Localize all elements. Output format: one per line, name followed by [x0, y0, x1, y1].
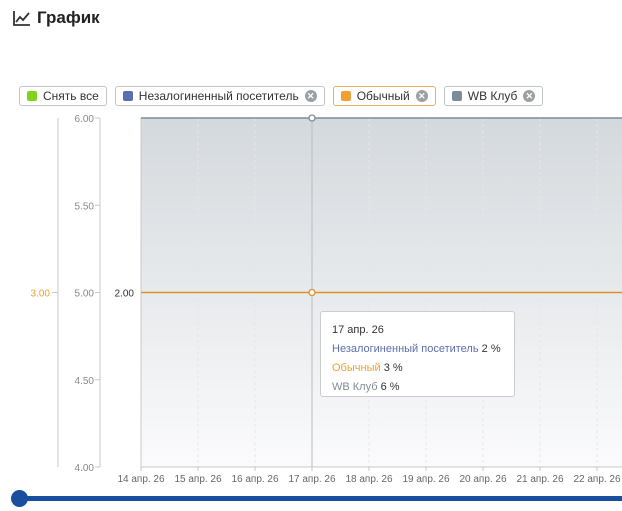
- tooltip-series-name: Незалогиненный посетитель: [332, 343, 479, 355]
- tooltip-row: Обычный 3 %: [332, 359, 503, 378]
- chart-tooltip: 17 апр. 26 Незалогиненный посетитель 2 %…: [320, 311, 515, 397]
- tooltip-date: 17 апр. 26: [332, 324, 384, 336]
- tooltip-value: 6 %: [380, 381, 400, 393]
- x-tick-label: 14 апр. 26: [117, 474, 165, 485]
- x-tick-label: 18 апр. 26: [345, 474, 393, 485]
- series-point: [308, 114, 316, 122]
- y-tick-label: 5.50: [75, 201, 95, 212]
- series-point: [308, 288, 316, 297]
- secondary-y-tick-label: 3.00: [31, 289, 51, 300]
- tooltip-row: Незалогиненный посетитель 2 %: [332, 340, 503, 359]
- tooltip-series-name: WB Клуб: [332, 381, 378, 393]
- line-chart: 4.00 4.50 5.00 5.50 6.00 3.00 2.00 14 апр. 26 15…: [31, 114, 622, 485]
- tooltip-value: 2 %: [481, 343, 501, 355]
- tooltip-value: 3 %: [383, 362, 403, 374]
- x-tick-label: 20 апр. 26: [459, 474, 507, 485]
- tertiary-y-tick-label: 2.00: [115, 289, 135, 300]
- x-tick-label: 15 апр. 26: [174, 474, 222, 485]
- x-tick-label: 16 апр. 26: [231, 474, 279, 485]
- range-slider-track[interactable]: [18, 496, 622, 501]
- y-tick-label: 5.00: [75, 289, 95, 300]
- x-tick-label: 21 апр. 26: [516, 474, 564, 485]
- tooltip-row: WB Клуб 6 %: [332, 378, 503, 397]
- y-tick-label: 4.50: [75, 376, 95, 387]
- y-tick-label: 4.00: [75, 463, 95, 474]
- x-tick-label: 19 апр. 26: [402, 474, 450, 485]
- x-tick-label: 17 апр. 26: [288, 474, 336, 485]
- range-slider-handle[interactable]: [11, 490, 28, 507]
- y-tick-label: 6.00: [75, 114, 95, 125]
- tooltip-series-name: Обычный: [332, 362, 381, 374]
- x-tick-label: 22 апр. 26: [573, 474, 621, 485]
